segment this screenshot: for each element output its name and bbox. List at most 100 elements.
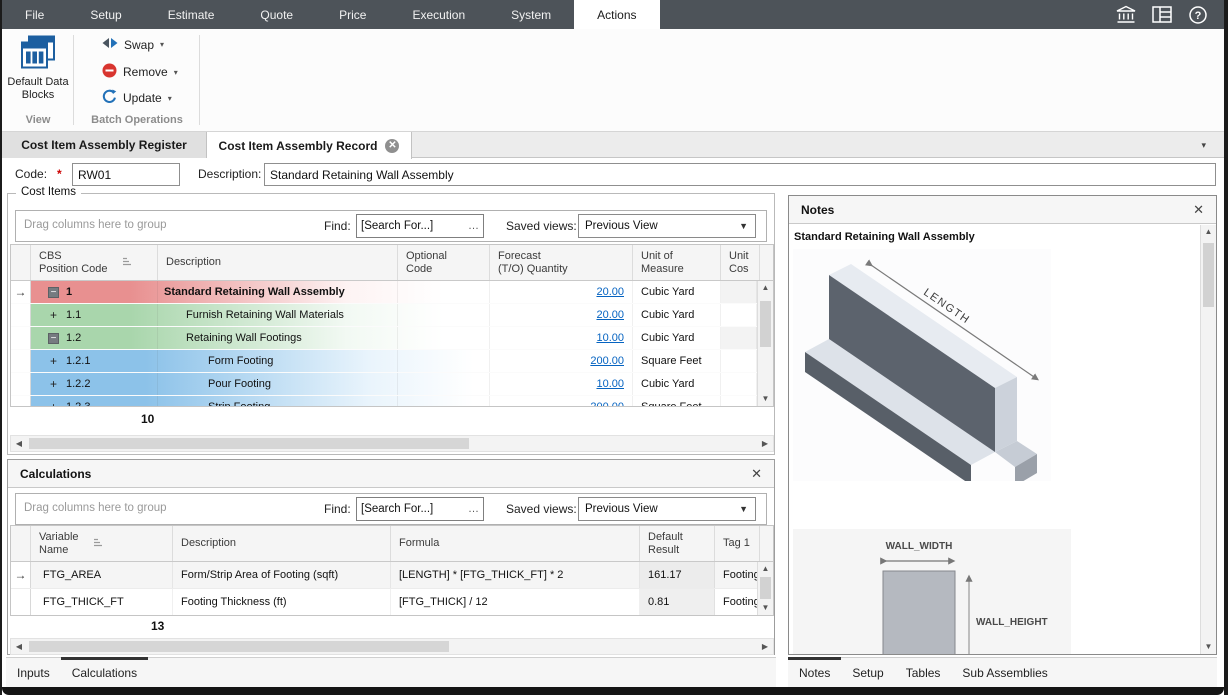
tab-setup[interactable]: Setup	[841, 658, 894, 687]
column-header-tag-1[interactable]: Tag 1	[715, 526, 760, 561]
column-header-forecast-t-o-quantity[interactable]: Forecast (T/O) Quantity	[490, 245, 633, 280]
menu-actions[interactable]: Actions	[574, 0, 659, 29]
expand-icon[interactable]: +	[48, 354, 59, 368]
cost-items-vscrollbar[interactable]: ▲ ▼	[757, 281, 773, 406]
swap-label: Swap	[124, 38, 154, 52]
swap-button[interactable]: Swap ▾	[102, 37, 164, 52]
menu-execution[interactable]: Execution	[389, 0, 488, 29]
scroll-down-icon[interactable]: ▼	[758, 392, 773, 406]
menu-file[interactable]: File	[2, 0, 67, 29]
calculations-vscrollbar[interactable]: ▲ ▼	[757, 562, 773, 615]
search-more-button[interactable]: …	[465, 503, 483, 515]
menu-system[interactable]: System	[488, 0, 574, 29]
menu-estimate[interactable]: Estimate	[145, 0, 238, 29]
scroll-up-icon[interactable]: ▲	[1201, 225, 1216, 239]
remove-button[interactable]: Remove▾	[102, 63, 178, 81]
collapse-icon[interactable]: −	[48, 287, 59, 298]
cost-items-hscrollbar[interactable]: ◀ ▶	[10, 435, 774, 452]
search-more-button[interactable]: …	[465, 220, 483, 232]
scroll-up-icon[interactable]: ▲	[758, 281, 773, 295]
column-header-unit-cos[interactable]: Unit Cos	[721, 245, 760, 280]
column-header-description[interactable]: Description	[158, 245, 398, 280]
search-input[interactable]	[357, 503, 465, 515]
column-header-formula[interactable]: Formula	[391, 526, 640, 561]
table-row[interactable]: →FTG_AREAForm/Strip Area of Footing (sqf…	[11, 562, 757, 589]
table-row[interactable]: +1.2.1Form Footing200.00Square Feet	[11, 350, 757, 373]
scroll-left-icon[interactable]: ◀	[11, 639, 27, 654]
column-header-optional-code[interactable]: Optional Code	[398, 245, 490, 280]
scroll-thumb[interactable]	[1203, 243, 1214, 307]
expand-icon[interactable]: +	[48, 377, 59, 391]
menu-setup[interactable]: Setup	[67, 0, 144, 29]
update-label: Update	[123, 91, 162, 105]
menu-price[interactable]: Price	[316, 0, 389, 29]
menu-quote[interactable]: Quote	[237, 0, 316, 29]
variable-name-cell: FTG_AREA	[31, 562, 173, 588]
column-header-cbs-position-code[interactable]: CBS Position Code	[31, 245, 158, 280]
cbs-code: 1.2.2	[66, 378, 90, 390]
expand-icon[interactable]: +	[48, 400, 59, 406]
quantity-link[interactable]: 20.00	[596, 309, 624, 321]
scroll-thumb[interactable]	[760, 301, 771, 347]
tab-sub-assemblies[interactable]: Sub Assemblies	[951, 658, 1058, 687]
calculations-hscrollbar[interactable]: ◀ ▶	[10, 638, 774, 655]
quantity-link[interactable]: 10.00	[596, 332, 624, 344]
scroll-right-icon[interactable]: ▶	[757, 436, 773, 451]
quantity-cell: 200.00	[490, 396, 633, 406]
table-row[interactable]: →−1Standard Retaining Wall Assembly20.00…	[11, 281, 757, 304]
tab-inputs[interactable]: Inputs	[6, 658, 61, 687]
scroll-up-icon[interactable]: ▲	[758, 562, 773, 576]
description-field[interactable]	[264, 163, 1216, 186]
scroll-right-icon[interactable]: ▶	[757, 639, 773, 654]
table-row[interactable]: +1.1Furnish Retaining Wall Materials20.0…	[11, 304, 757, 327]
scroll-thumb[interactable]	[29, 641, 449, 652]
institution-icon[interactable]	[1114, 3, 1138, 27]
column-header-default-result[interactable]: Default Result	[640, 526, 715, 561]
table-row[interactable]: +1.2.3Strip Footing200.00Square Feet	[11, 396, 757, 406]
update-button[interactable]: Update▾	[102, 89, 172, 107]
scroll-down-icon[interactable]: ▼	[1201, 640, 1216, 654]
tab-notes[interactable]: Notes	[788, 658, 841, 687]
expand-icon[interactable]: +	[48, 308, 59, 322]
cbs-cell: +1.2.3	[31, 396, 158, 406]
column-header-description[interactable]: Description	[173, 526, 391, 561]
swap-caret-icon: ▾	[160, 40, 164, 49]
variable-name-cell: FTG_THICK_FT	[31, 589, 173, 615]
saved-views-select[interactable]: Previous View ▼	[578, 497, 756, 521]
scroll-down-icon[interactable]: ▼	[758, 601, 773, 615]
quantity-link[interactable]: 200.00	[590, 355, 624, 367]
tab-tables[interactable]: Tables	[895, 658, 952, 687]
description-cell: Form Footing	[158, 350, 398, 372]
default-data-blocks-button[interactable]: Default Data Blocks	[6, 35, 70, 102]
tab-cost-item-assembly-register[interactable]: Cost Item Assembly Register	[2, 132, 207, 158]
quantity-cell: 200.00	[490, 350, 633, 372]
notes-vscrollbar[interactable]: ▲ ▼	[1200, 225, 1216, 654]
quantity-link[interactable]: 10.00	[596, 378, 624, 390]
tab-cost-item-assembly-record[interactable]: Cost Item Assembly Record ✕	[207, 132, 412, 159]
cost-items-grid-rows: →−1Standard Retaining Wall Assembly20.00…	[11, 281, 757, 406]
table-row[interactable]: +1.2.2Pour Footing10.00Cubic Yard	[11, 373, 757, 396]
table-row[interactable]: −1.2Retaining Wall Footings10.00Cubic Ya…	[11, 327, 757, 350]
data-grid-icon[interactable]	[1150, 3, 1174, 27]
quantity-link[interactable]: 200.00	[590, 401, 624, 406]
code-field[interactable]	[72, 163, 180, 186]
close-icon[interactable]: ✕	[1193, 202, 1216, 218]
search-input[interactable]	[357, 220, 465, 232]
tab-label: Cost Item Assembly Record	[219, 139, 378, 153]
scroll-left-icon[interactable]: ◀	[11, 436, 27, 451]
scroll-thumb[interactable]	[760, 577, 771, 599]
tabstrip-dropdown-icon[interactable]: ▾	[1201, 140, 1206, 151]
help-icon[interactable]: ?	[1186, 3, 1210, 27]
saved-views-select[interactable]: Previous View ▼	[578, 214, 756, 238]
column-header-unit-of-measure[interactable]: Unit of Measure	[633, 245, 721, 280]
wall-height-label: WALL_HEIGHT	[976, 617, 1048, 628]
quantity-link[interactable]: 20.00	[596, 286, 624, 298]
collapse-icon[interactable]: −	[48, 333, 59, 344]
column-header-variable-name[interactable]: Variable Name	[31, 526, 173, 561]
table-row[interactable]: FTG_THICK_FTFooting Thickness (ft)[FTG_T…	[11, 589, 757, 615]
uom-cell: Cubic Yard	[633, 373, 721, 395]
close-icon[interactable]: ✕	[751, 466, 774, 482]
tab-close-icon[interactable]: ✕	[385, 139, 399, 153]
tab-calculations[interactable]: Calculations	[61, 658, 148, 687]
scroll-thumb[interactable]	[29, 438, 469, 449]
